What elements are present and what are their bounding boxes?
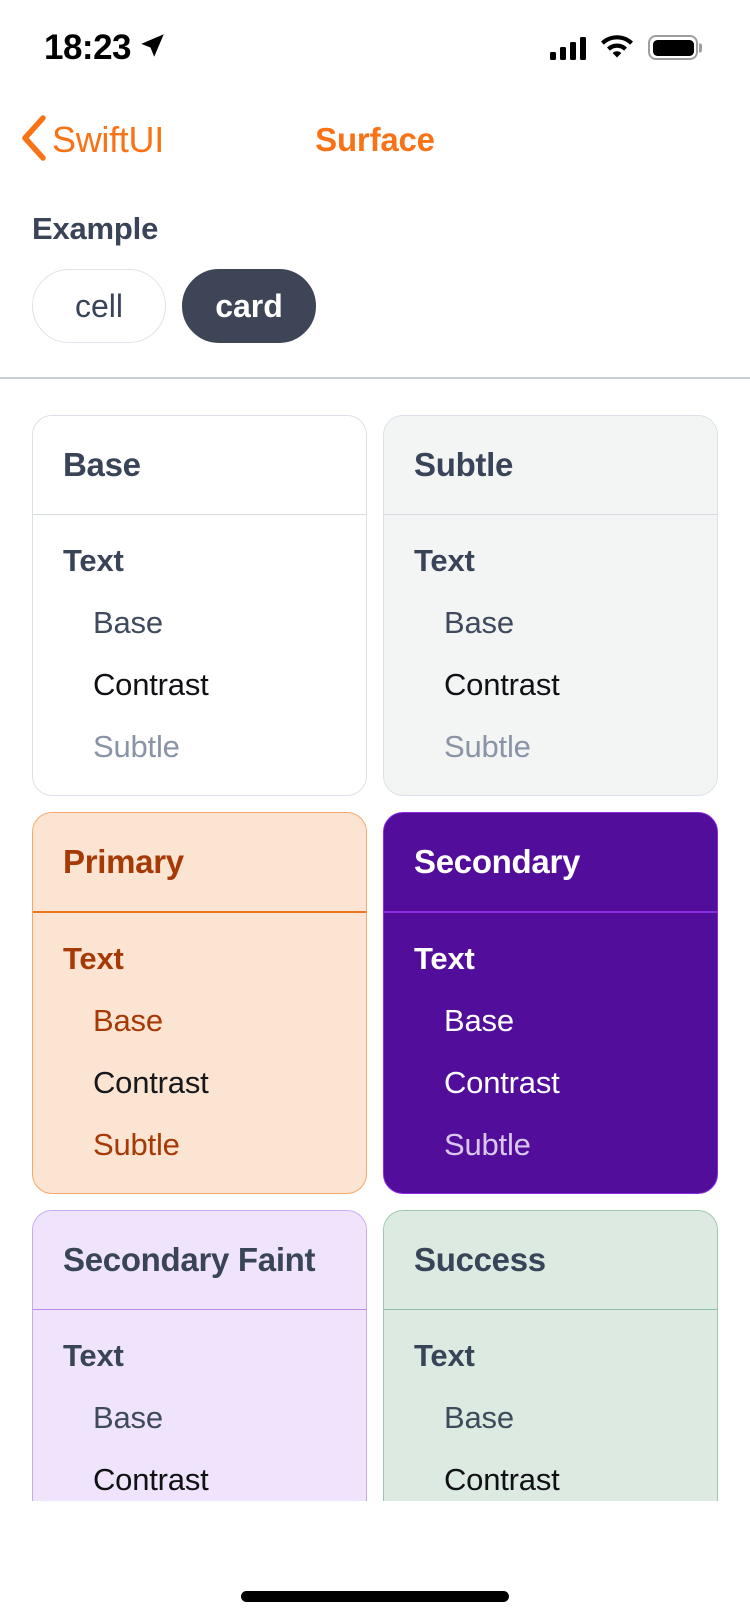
navigation-bar: SwiftUI Surface [0, 95, 750, 185]
card-title: Subtle [414, 445, 514, 483]
surface-card-subtle[interactable]: Subtle Text Base Contrast Subtle [383, 414, 718, 796]
surface-card-secondary[interactable]: Secondary Text Base Contrast Subtle [383, 812, 718, 1194]
example-picker-title: Example [32, 211, 159, 246]
picker-option-card[interactable]: card [182, 269, 316, 343]
status-bar: 18:23 [0, 0, 750, 95]
card-body: Text Base Contrast Subtle [33, 913, 366, 1193]
card-grid-scroll-area[interactable]: Base Text Base Contrast Subtle Subtle Te… [0, 379, 750, 1501]
card-item-base: Base [444, 1400, 514, 1435]
card-title: Base [63, 445, 141, 483]
status-bar-time: 18:23 [44, 28, 132, 67]
card-body-label: Text [414, 543, 475, 578]
surface-card-secondary-faint[interactable]: Secondary Faint Text Base Contrast Subtl… [32, 1209, 367, 1501]
card-body-label: Text [63, 543, 124, 578]
battery-full-icon [648, 35, 698, 60]
card-title: Primary [63, 843, 184, 880]
surface-card-grid: Base Text Base Contrast Subtle Subtle Te… [0, 379, 750, 1501]
picker-option-cell[interactable]: cell [32, 269, 166, 343]
card-body: Text Base Contrast Subtle [384, 913, 717, 1193]
card-body: Text Base Contrast Subtle [384, 1310, 717, 1501]
card-header: Success [384, 1210, 717, 1309]
status-bar-right [550, 33, 698, 63]
card-body-label: Text [414, 940, 475, 976]
card-item-contrast: Contrast [444, 1064, 560, 1100]
card-item-base: Base [93, 605, 163, 640]
example-picker-section: Example cell card [0, 185, 750, 343]
card-body: Text Base Contrast Subtle [33, 515, 366, 795]
card-header: Secondary Faint [33, 1210, 366, 1309]
card-header: Secondary [384, 813, 717, 911]
card-item-contrast: Contrast [444, 667, 560, 702]
card-item-base: Base [93, 1400, 163, 1435]
card-body-label: Text [63, 1338, 124, 1373]
surface-card-base[interactable]: Base Text Base Contrast Subtle [32, 414, 367, 796]
card-item-subtle: Subtle [93, 729, 180, 764]
card-item-subtle: Subtle [444, 729, 531, 764]
card-item-subtle: Subtle [93, 1126, 180, 1162]
card-item-base: Base [93, 1002, 163, 1038]
card-item-contrast: Contrast [93, 1462, 209, 1497]
card-item-contrast: Contrast [444, 1462, 560, 1497]
back-button-label: SwiftUI [52, 119, 164, 160]
picker-option-card-label: card [215, 287, 283, 324]
example-picker-options: cell card [32, 269, 718, 343]
home-indicator [241, 1591, 509, 1602]
card-header: Subtle [384, 415, 717, 514]
card-title: Success [414, 1240, 546, 1278]
card-item-contrast: Contrast [93, 667, 209, 702]
surface-card-success[interactable]: Success Text Base Contrast Subtle [383, 1209, 718, 1501]
cellular-signal-icon [550, 36, 586, 60]
card-body: Text Base Contrast Subtle [384, 515, 717, 795]
card-header: Primary [33, 813, 366, 911]
card-body-label: Text [414, 1338, 475, 1373]
location-arrow-icon [139, 32, 166, 64]
card-body-label: Text [63, 940, 124, 976]
card-item-contrast: Contrast [93, 1064, 209, 1100]
card-title: Secondary [414, 843, 581, 880]
card-header: Base [33, 415, 366, 514]
card-item-base: Base [444, 605, 514, 640]
card-item-base: Base [444, 1002, 514, 1038]
card-title: Secondary Faint [63, 1240, 316, 1278]
picker-option-cell-label: cell [74, 287, 123, 324]
card-item-subtle: Subtle [444, 1126, 531, 1162]
wifi-icon [600, 33, 634, 63]
back-button[interactable]: SwiftUI [18, 114, 164, 167]
chevron-left-icon [18, 114, 48, 167]
card-body: Text Base Contrast Subtle [33, 1310, 366, 1501]
status-bar-left: 18:23 [44, 30, 166, 65]
surface-card-primary[interactable]: Primary Text Base Contrast Subtle [32, 812, 367, 1194]
